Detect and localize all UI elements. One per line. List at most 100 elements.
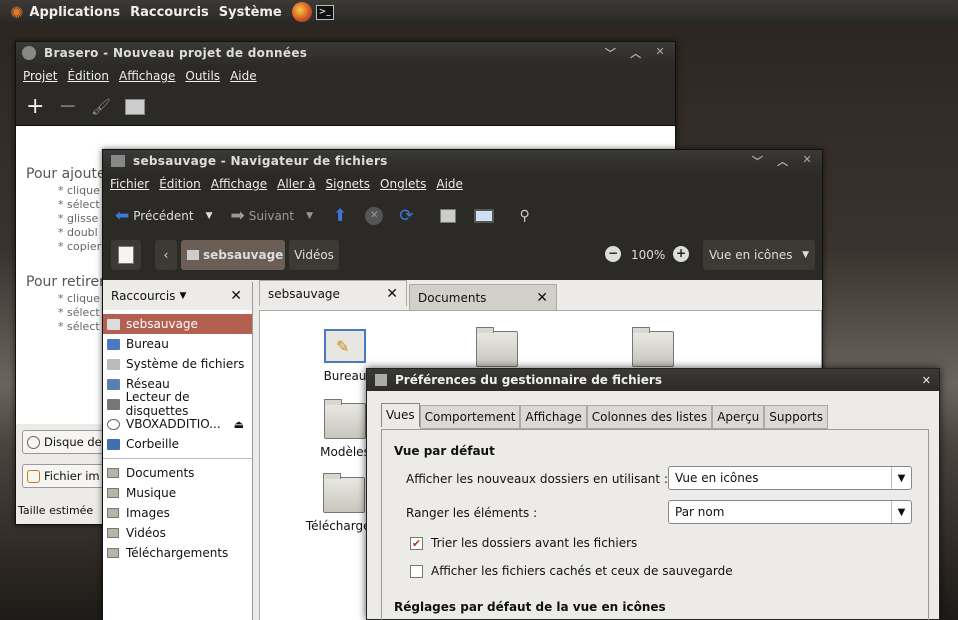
menu-aide[interactable]: Aide xyxy=(230,69,257,83)
sidebar-item-desktop[interactable]: Bureau xyxy=(103,334,252,354)
menu-aide[interactable]: Aide xyxy=(436,177,463,191)
menu-applications[interactable]: Applications xyxy=(29,5,120,20)
tab-sebsauvage[interactable]: sebsauvage ✕ xyxy=(259,280,407,306)
floppy-icon xyxy=(107,398,120,410)
sidebar-item-documents[interactable]: Documents xyxy=(103,463,252,483)
sidebar-type-select[interactable]: Raccourcis xyxy=(111,289,175,303)
sidebar-item-downloads[interactable]: Téléchargements xyxy=(103,543,252,563)
close-sidebar-icon[interactable]: ✕ xyxy=(230,288,242,304)
nautilus-toolbar: ⬅ Précédent ▼ ➡ Suivant ▼ ⬆ ✕ ⟳ ⚲ xyxy=(103,196,822,236)
close-tab-icon[interactable]: ✕ xyxy=(536,290,548,306)
reload-icon[interactable]: ⟳ xyxy=(399,206,413,226)
maximize-icon[interactable]: ︿ xyxy=(630,45,641,61)
add-icon[interactable]: + xyxy=(26,94,44,119)
folder-icon xyxy=(324,399,366,439)
new-folders-view-value: Vue en icônes xyxy=(675,471,759,485)
brasero-app-icon xyxy=(22,46,36,60)
folders-first-row[interactable]: ✔ Trier les dossiers avant les fichiers xyxy=(410,536,637,550)
tab-supports[interactable]: Supports xyxy=(764,405,828,429)
tab-affichage[interactable]: Affichage xyxy=(520,405,587,429)
note-icon xyxy=(118,246,134,264)
new-folder-icon[interactable] xyxy=(125,98,146,115)
home-folder-icon xyxy=(107,318,120,330)
sidebar-item-label: Bureau xyxy=(126,337,169,351)
prefs-titlebar: Préférences du gestionnaire de fichiers … xyxy=(367,369,939,391)
chevron-down-icon[interactable]: ▼ xyxy=(179,291,186,301)
path-videos-button[interactable]: Vidéos xyxy=(289,240,339,270)
menu-onglets[interactable]: Onglets xyxy=(380,177,426,191)
minimize-icon[interactable]: ﹀ xyxy=(605,45,616,61)
menu-edition[interactable]: Édition xyxy=(67,69,109,83)
hidden-files-label: Afficher les fichiers cachés et ceux de … xyxy=(431,564,733,578)
remove-icon[interactable]: − xyxy=(58,94,76,119)
zoom-level: 100% xyxy=(631,248,666,262)
up-arrow-icon[interactable]: ⬆ xyxy=(333,206,347,226)
path-current-button[interactable]: sebsauvage xyxy=(181,240,285,270)
maximize-icon[interactable]: ︿ xyxy=(777,153,788,169)
sidebar-item-videos[interactable]: Vidéos xyxy=(103,523,252,543)
tab-colonnes[interactable]: Colonnes des listes xyxy=(586,405,713,429)
new-folders-view-select[interactable]: Vue en icônes ▼ xyxy=(668,466,912,490)
file-icon-folder[interactable] xyxy=(632,327,674,367)
close-tab-icon[interactable]: ✕ xyxy=(386,286,398,302)
menu-projet[interactable]: Projet xyxy=(23,69,57,83)
view-mode-label: Vue en icônes xyxy=(709,248,793,262)
back-button[interactable]: ⬅ Précédent ▼ xyxy=(115,206,213,226)
menu-system[interactable]: Système xyxy=(219,5,282,20)
menu-shortcuts[interactable]: Raccourcis xyxy=(130,5,209,20)
terminal-icon[interactable]: >_ xyxy=(315,4,334,20)
menu-outils[interactable]: Outils xyxy=(185,69,220,83)
forward-button[interactable]: ➡ Suivant ▼ xyxy=(231,206,314,226)
eject-icon[interactable]: ⏏ xyxy=(234,418,244,431)
tab-apercu[interactable]: Aperçu xyxy=(712,405,765,429)
chevron-down-icon[interactable]: ▼ xyxy=(306,211,313,221)
menu-fichier[interactable]: Fichier xyxy=(110,177,149,191)
sidebar-item-filesystem[interactable]: Système de fichiers xyxy=(103,354,252,374)
sidebar: Raccourcis ▼ ✕ sebsauvage Bureau Système … xyxy=(103,282,253,620)
search-icon[interactable]: ⚲ xyxy=(520,208,530,224)
stop-icon[interactable]: ✕ xyxy=(365,207,384,225)
computer-icon[interactable] xyxy=(473,209,494,223)
tab-vues[interactable]: Vues xyxy=(381,403,420,427)
minimize-icon[interactable]: ﹀ xyxy=(752,153,763,169)
file-icon-folder[interactable] xyxy=(476,327,518,367)
sidebar-item-label: VBOXADDITIO... xyxy=(126,417,221,431)
top-panel: ✺ Applications Raccourcis Système >_ xyxy=(0,0,958,24)
menu-affichage[interactable]: Affichage xyxy=(211,177,267,191)
sidebar-item-images[interactable]: Images xyxy=(103,503,252,523)
brasero-help-area: Pour ajoute * clique * sélect * glisse *… xyxy=(26,166,106,334)
arrange-select[interactable]: Par nom ▼ xyxy=(668,500,912,524)
close-icon[interactable]: ✕ xyxy=(922,374,931,387)
folder-icon xyxy=(476,327,518,367)
ubuntu-logo-icon[interactable]: ✺ xyxy=(10,3,23,22)
tab-documents[interactable]: Documents ✕ xyxy=(409,284,557,310)
close-icon[interactable]: ✕ xyxy=(802,153,812,169)
brush-icon[interactable]: 🖌 xyxy=(91,97,111,116)
folders-first-checkbox[interactable]: ✔ xyxy=(410,536,423,550)
menu-signets[interactable]: Signets xyxy=(326,177,371,191)
arrange-value: Par nom xyxy=(675,505,725,519)
sidebar-item-music[interactable]: Musique xyxy=(103,483,252,503)
sidebar-item-trash[interactable]: Corbeille xyxy=(103,434,252,454)
menu-aller[interactable]: Aller à xyxy=(277,177,315,191)
hidden-files-row[interactable]: Afficher les fichiers cachés et ceux de … xyxy=(410,564,733,578)
menu-affichage[interactable]: Affichage xyxy=(119,69,175,83)
path-left-button[interactable]: ‹ xyxy=(155,240,177,270)
hidden-files-checkbox[interactable] xyxy=(410,564,423,578)
tab-comportement[interactable]: Comportement xyxy=(419,405,521,429)
zoom-in-icon[interactable]: + xyxy=(673,246,689,262)
nautilus-titlebar: sebsauvage - Navigateur de fichiers ﹀ ︿ ✕ xyxy=(103,150,822,172)
view-mode-select[interactable]: Vue en icônes ▼ xyxy=(703,240,815,270)
zoom-out-icon[interactable]: − xyxy=(605,246,621,262)
edit-location-button[interactable] xyxy=(111,240,141,270)
menu-edition[interactable]: Édition xyxy=(159,177,201,191)
firefox-icon[interactable] xyxy=(291,2,312,22)
sidebar-item-label: Téléchargements xyxy=(126,546,229,560)
sidebar-item-floppy[interactable]: Lecteur de disquettes xyxy=(103,390,252,418)
chevron-down-icon[interactable]: ▼ xyxy=(206,211,213,221)
close-icon[interactable]: ✕ xyxy=(655,45,665,61)
home-icon[interactable] xyxy=(439,209,456,223)
sidebar-item-home[interactable]: sebsauvage xyxy=(103,314,252,334)
home-folder-icon xyxy=(187,250,199,260)
folder-icon xyxy=(107,488,119,498)
